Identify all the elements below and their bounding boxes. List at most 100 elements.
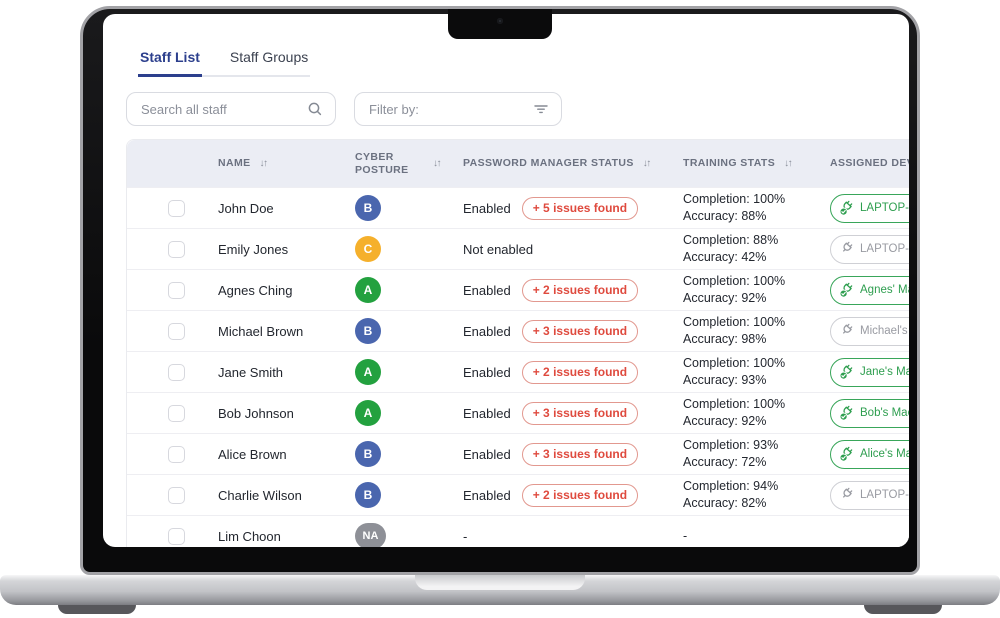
cell-select xyxy=(127,241,195,258)
device-plug-icon xyxy=(839,405,855,421)
posture-badge: B xyxy=(355,318,381,344)
issues-found-pill[interactable]: + 5 issues found xyxy=(522,197,638,220)
row-checkbox[interactable] xyxy=(168,323,185,340)
laptop-thumb-scoop xyxy=(415,575,585,590)
device-label: LAPTOP-293p xyxy=(860,489,909,501)
password-manager-status: Enabled xyxy=(463,201,511,216)
device-pill[interactable]: Bob's Macbook xyxy=(830,399,909,428)
cell-training-stats: Completion: 93%Accuracy: 72% xyxy=(660,437,807,471)
row-checkbox[interactable] xyxy=(168,446,185,463)
posture-badge: A xyxy=(355,277,381,303)
cell-name: Charlie Wilson xyxy=(195,488,332,503)
device-plug-icon xyxy=(839,323,855,339)
posture-badge: NA xyxy=(355,523,386,547)
training-stats: Completion: 100%Accuracy: 92% xyxy=(683,273,785,307)
sort-icon[interactable]: ↓↑ xyxy=(260,158,267,169)
device-pill[interactable]: LAPTOP-293p xyxy=(830,481,909,510)
sort-icon[interactable]: ↓↑ xyxy=(643,158,650,169)
table-row: John DoeBEnabled+ 5 issues foundCompleti… xyxy=(127,187,909,228)
row-checkbox[interactable] xyxy=(168,405,185,422)
column-header-password-manager-status[interactable]: PASSWORD MANAGER STATUS ↓↑ xyxy=(440,157,660,170)
cell-password-manager: - xyxy=(440,529,660,544)
cell-password-manager: Enabled+ 3 issues found xyxy=(440,320,660,343)
row-checkbox[interactable] xyxy=(168,282,185,299)
sort-icon[interactable]: ↓↑ xyxy=(433,158,440,169)
issues-found-pill[interactable]: + 2 issues found xyxy=(522,361,638,384)
training-completion: Completion: 100% xyxy=(683,273,785,290)
training-stats: Completion: 100%Accuracy: 92% xyxy=(683,396,785,430)
training-accuracy: Accuracy: 92% xyxy=(683,290,785,307)
cell-name: Emily Jones xyxy=(195,242,332,257)
row-checkbox[interactable] xyxy=(168,487,185,504)
training-stats: - xyxy=(683,528,687,545)
cell-assigned-devices: LAPTOP-09pL xyxy=(807,235,909,264)
column-header-training-stats[interactable]: TRAINING STATS↓↑ xyxy=(660,157,807,170)
column-label-assigned-devices: ASSIGNED DEVICES xyxy=(830,157,909,170)
posture-badge: B xyxy=(355,482,381,508)
row-checkbox[interactable] xyxy=(168,200,185,217)
row-checkbox[interactable] xyxy=(168,528,185,545)
cell-cyber-posture: A xyxy=(332,400,440,426)
staff-name: Bob Johnson xyxy=(218,406,294,421)
staff-name: Lim Choon xyxy=(218,529,281,544)
table-row: Agnes ChingAEnabled+ 2 issues foundCompl… xyxy=(127,269,909,310)
device-pill[interactable]: LAPTOP-129l xyxy=(830,194,909,223)
cell-cyber-posture: B xyxy=(332,318,440,344)
filter-dropdown[interactable]: Filter by: xyxy=(354,92,562,126)
row-checkbox[interactable] xyxy=(168,241,185,258)
sort-icon[interactable]: ↓↑ xyxy=(784,158,791,169)
training-accuracy: Accuracy: 72% xyxy=(683,454,778,471)
cell-training-stats: Completion: 100%Accuracy: 92% xyxy=(660,273,807,307)
issues-found-pill[interactable]: + 2 issues found xyxy=(522,484,638,507)
training-accuracy: Accuracy: 93% xyxy=(683,372,785,389)
table-row: Charlie WilsonBEnabled+ 2 issues foundCo… xyxy=(127,474,909,515)
issues-found-pill[interactable]: + 2 issues found xyxy=(522,279,638,302)
cell-cyber-posture: C xyxy=(332,236,440,262)
issues-found-pill[interactable]: + 3 issues found xyxy=(522,402,638,425)
cell-name: John Doe xyxy=(195,201,332,216)
device-pill[interactable]: Michael's Macbook xyxy=(830,317,909,346)
cell-cyber-posture: NA xyxy=(332,523,440,547)
table-row: Alice BrownBEnabled+ 3 issues foundCompl… xyxy=(127,433,909,474)
column-header-assigned-devices: ASSIGNED DEVICES xyxy=(807,157,909,170)
search-placeholder: Search all staff xyxy=(141,102,227,117)
cell-assigned-devices: LAPTOP-129l xyxy=(807,194,909,223)
cell-assigned-devices: Jane's Macbook xyxy=(807,358,909,387)
cell-password-manager: Enabled+ 3 issues found xyxy=(440,443,660,466)
posture-badge: A xyxy=(355,400,381,426)
cell-password-manager: Enabled + 5 issues found xyxy=(440,197,660,220)
device-pill[interactable]: LAPTOP-09pL xyxy=(830,235,909,264)
cell-training-stats: Completion: 100%Accuracy: 92% xyxy=(660,396,807,430)
column-header-name[interactable]: NAME↓↑ xyxy=(195,157,332,170)
device-label: Bob's Macbook xyxy=(860,407,909,419)
cell-select xyxy=(127,446,195,463)
device-pill[interactable]: Agnes' Macbook xyxy=(830,276,909,305)
column-label-password-manager-status: PASSWORD MANAGER STATUS xyxy=(463,157,634,170)
cell-password-manager: Not enabled xyxy=(440,242,660,257)
issues-found-pill[interactable]: + 3 issues found xyxy=(522,320,638,343)
training-completion: Completion: 100% xyxy=(683,191,785,208)
filter-icon xyxy=(533,101,549,117)
cell-training-stats: Completion: 100%Accuracy: 98% xyxy=(660,314,807,348)
training-accuracy: Accuracy: 42% xyxy=(683,249,778,266)
column-header-cyber-posture[interactable]: CYBER POSTURE↓↑ xyxy=(332,151,440,177)
tab-staff-groups[interactable]: Staff Groups xyxy=(228,44,310,75)
device-label: Jane's Macbook xyxy=(860,366,909,378)
device-label: LAPTOP-129l xyxy=(860,202,909,214)
device-pill[interactable]: Alice's Macbook xyxy=(830,440,909,469)
password-manager-status: Enabled xyxy=(463,488,511,503)
staff-name: Charlie Wilson xyxy=(218,488,302,503)
cell-name: Michael Brown xyxy=(195,324,332,339)
staff-name: Agnes Ching xyxy=(218,283,292,298)
cell-training-stats: Completion: 88%Accuracy: 42% xyxy=(660,232,807,266)
staff-name: Alice Brown xyxy=(218,447,287,462)
issues-found-pill[interactable]: + 3 issues found xyxy=(522,443,638,466)
tab-staff-list[interactable]: Staff List xyxy=(138,44,202,77)
cell-password-manager: Enabled+ 2 issues found xyxy=(440,361,660,384)
device-pill[interactable]: Jane's Macbook xyxy=(830,358,909,387)
tab-bar: Staff List Staff Groups xyxy=(138,44,310,77)
posture-badge: A xyxy=(355,359,381,385)
cell-cyber-posture: A xyxy=(332,359,440,385)
row-checkbox[interactable] xyxy=(168,364,185,381)
search-input[interactable]: Search all staff xyxy=(126,92,336,126)
